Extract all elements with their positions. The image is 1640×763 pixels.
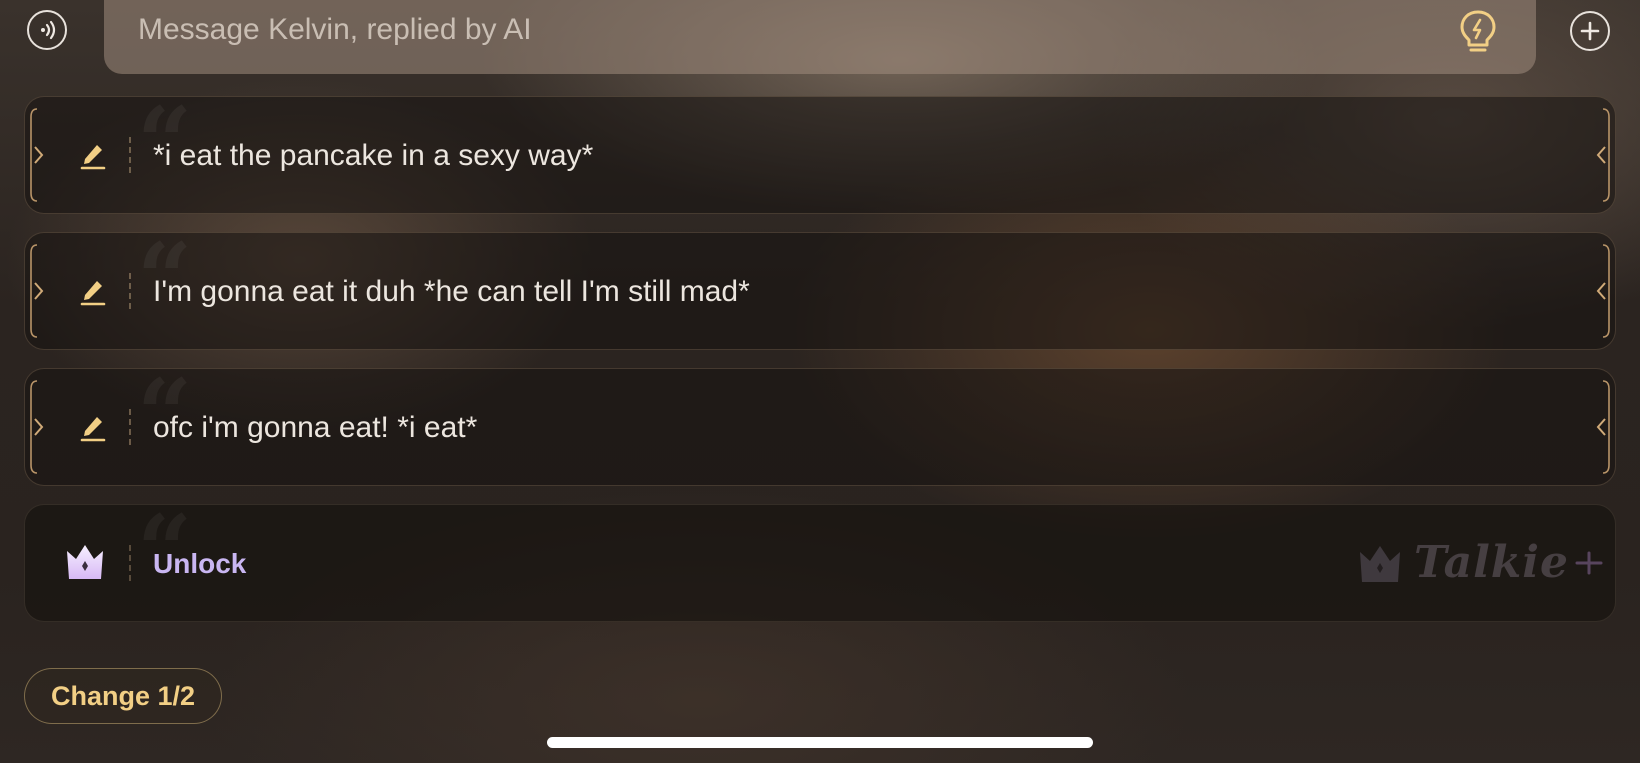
- card-frame-left-ornament: [30, 244, 44, 338]
- card-divider: [129, 409, 131, 445]
- sparkle-plus-icon: [1575, 551, 1603, 574]
- lightbulb-icon[interactable]: [1456, 8, 1500, 56]
- home-indicator[interactable]: [547, 737, 1093, 748]
- pencil-edit-icon[interactable]: [79, 141, 107, 171]
- change-suggestions-button[interactable]: Change 1/2: [24, 668, 222, 724]
- suggestion-card[interactable]: “ I'm gonna eat it duh *he can tell I'm …: [24, 231, 1616, 350]
- brand-name: Talkie: [1414, 537, 1569, 588]
- suggestion-card[interactable]: “ *i eat the pancake in a sexy way*: [24, 95, 1616, 214]
- plus-icon: [1580, 21, 1600, 41]
- message-input[interactable]: [136, 12, 1504, 48]
- unlock-card[interactable]: “ Unlock Talkie: [24, 503, 1616, 623]
- message-input-box[interactable]: [104, 0, 1536, 74]
- voice-wave-icon: [41, 20, 56, 40]
- card-frame-right-ornament: [1596, 108, 1610, 202]
- card-divider: [129, 273, 131, 309]
- unlock-button[interactable]: Unlock: [153, 505, 246, 623]
- voice-button[interactable]: [27, 10, 67, 50]
- card-frame-right-ornament: [1596, 244, 1610, 338]
- card-divider: [129, 545, 131, 581]
- card-frame-right-ornament: [1596, 380, 1610, 474]
- crown-icon: [1360, 545, 1401, 582]
- crown-icon: [67, 545, 103, 579]
- pencil-edit-icon[interactable]: [79, 277, 107, 307]
- card-frame-left-ornament: [30, 108, 44, 202]
- talkie-plus-logo: Talkie: [1358, 537, 1605, 588]
- pencil-edit-icon[interactable]: [79, 413, 107, 443]
- composer-bar: [0, 0, 1640, 80]
- suggestion-text: *i eat the pancake in a sexy way*: [153, 139, 594, 172]
- suggestion-card[interactable]: “ ofc i'm gonna eat! *i eat*: [24, 367, 1616, 486]
- suggestion-text: I'm gonna eat it duh *he can tell I'm st…: [153, 275, 750, 308]
- card-divider: [129, 137, 131, 173]
- suggestion-text: ofc i'm gonna eat! *i eat*: [153, 411, 478, 444]
- add-button[interactable]: [1570, 11, 1610, 51]
- card-frame-left-ornament: [30, 380, 44, 474]
